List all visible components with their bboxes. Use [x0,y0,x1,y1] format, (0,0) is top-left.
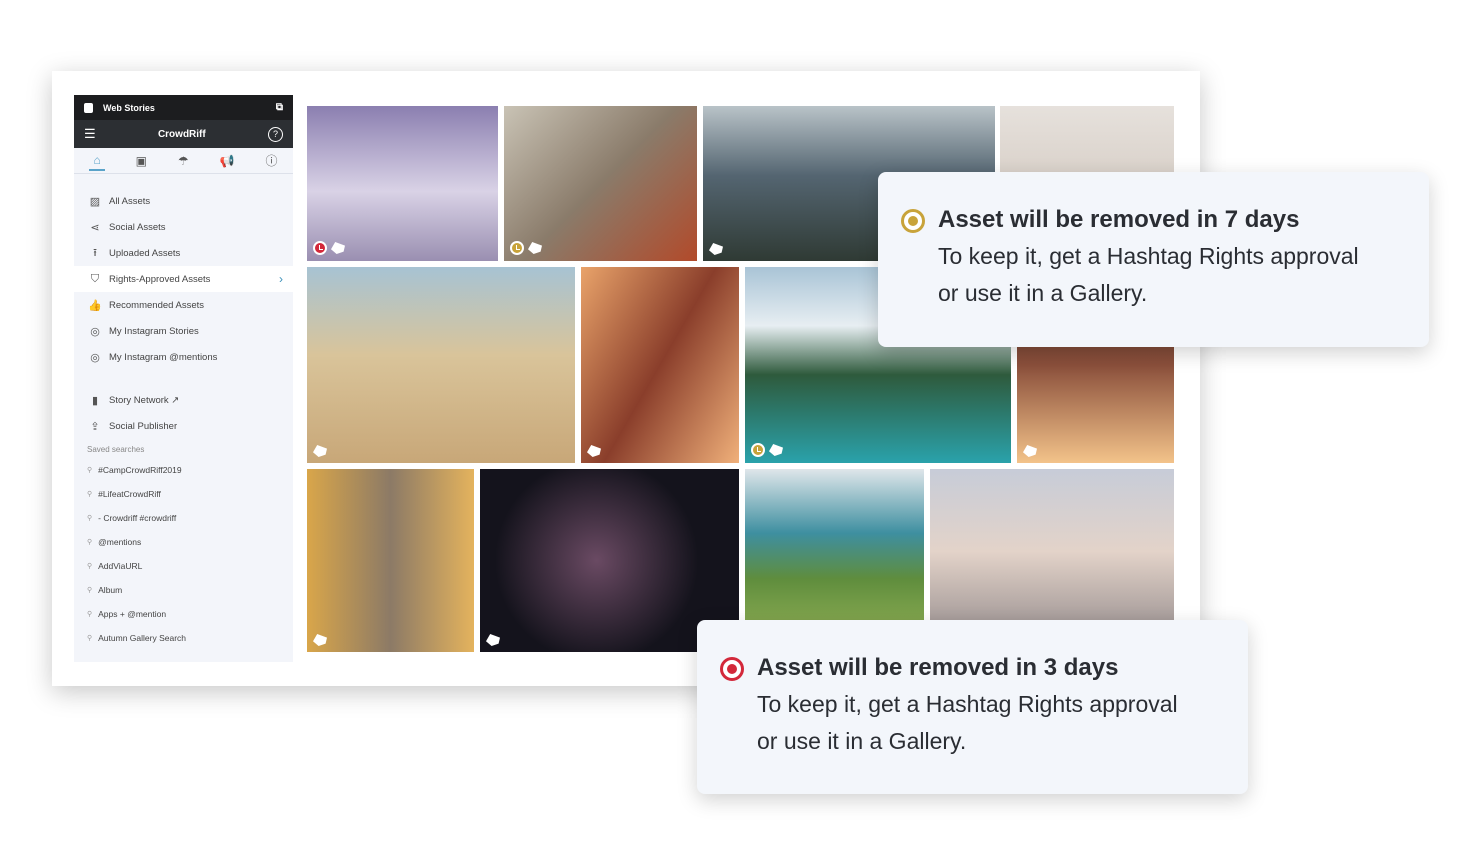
tab-megaphone-icon[interactable]: 📢 [220,154,235,168]
asset-tile[interactable] [307,267,575,463]
thumbs-up-icon: 👍 [88,299,102,312]
search-icon: ⚲ [87,515,93,522]
nav-label: All Assets [109,195,151,207]
tab-home-icon[interactable]: ⌂ [89,151,105,171]
search-icon: ⚲ [87,539,93,546]
sidebar-item-recommended[interactable]: 👍 Recommended Assets [74,292,293,318]
chevron-right-icon: › [279,272,283,286]
help-icon[interactable]: ? [268,126,283,142]
search-icon: ⚲ [87,563,93,570]
sidebar-tabs: ⌂ ▣ ☂ 📢 ⓘ [74,148,293,174]
web-stories-title: Web Stories [103,102,155,113]
saved-search[interactable]: ⚲ Autumn Gallery Search [74,626,293,650]
expiry-toast-7-days: Asset will be removed in 7 days To keep … [878,172,1429,347]
publish-icon: ⇪ [90,420,100,433]
expiry-clock-icon [313,241,327,255]
saved-label: @mentions [98,537,142,547]
saved-label: Apps + @mention [98,609,167,619]
clock-warning-icon [901,209,925,233]
sidebar: Web Stories ⧉ ☰ CrowdRiff ? ⌂ ▣ ☂ 📢 ⓘ ▨ A… [74,95,293,662]
sidebar-item-instagram-stories[interactable]: ◎ My Instagram Stories [74,318,293,344]
saved-search[interactable]: ⚲ - Crowdriff #crowdriff [74,506,293,530]
tab-media-icon[interactable]: ▣ [136,154,147,168]
saved-search[interactable]: ⚲ Album [74,578,293,602]
search-icon: ⚲ [87,491,93,498]
saved-label: Album [98,585,123,595]
sidebar-item-instagram-mentions[interactable]: ◎ My Instagram @mentions [74,344,293,370]
instagram-icon: ◎ [90,351,100,364]
sidebar-item-rights-approved[interactable]: ⛉ Rights-Approved Assets › [74,266,293,292]
tab-info-icon[interactable]: ⓘ [265,152,277,169]
clock-danger-icon [720,657,744,681]
asset-tile[interactable] [581,267,739,463]
sidebar-item-social-publisher[interactable]: ⇪ Social Publisher [74,413,293,439]
social-source-icon [528,242,542,254]
toast-title: Asset will be removed in 3 days [757,654,1119,681]
toast-title: Asset will be removed in 7 days [938,206,1300,233]
saved-label: #CampCrowdRiff2019 [98,465,182,475]
toast-line: To keep it, get a Hashtag Rights approva… [757,691,1178,717]
social-source-icon [486,634,500,646]
sidebar-item-all-assets[interactable]: ▨ All Assets [74,188,293,214]
shield-icon: ⛉ [90,272,100,285]
social-source-icon [709,243,723,255]
search-icon: ⚲ [87,587,93,594]
saved-searches-header: Saved searches [87,445,145,454]
nav-label: Social Assets [109,221,166,233]
social-source-icon [313,445,327,457]
nav-label: My Instagram Stories [109,325,199,337]
upload-icon: ⭱ [93,246,97,259]
sidebar-item-social-assets[interactable]: ⋖ Social Assets [74,214,293,240]
social-source-icon [769,444,783,456]
toast-line: or use it in a Gallery. [938,280,1148,306]
brand-bar: ☰ CrowdRiff ? [74,120,293,148]
saved-search[interactable]: ⚲ @mentions [74,530,293,554]
social-source-icon [313,634,327,646]
sidebar-item-story-network[interactable]: ▮ Story Network ↗ [74,387,293,413]
saved-label: AddViaURL [98,561,143,571]
toast-line: or use it in a Gallery. [757,728,967,754]
social-source-icon [587,445,601,457]
asset-tile[interactable] [307,469,474,652]
tab-social-icon[interactable]: ☂ [178,154,189,168]
brand-logo[interactable]: CrowdRiff [158,129,206,140]
image-icon: ▨ [89,195,101,208]
external-link-icon[interactable]: ⧉ [276,102,283,113]
sidebar-item-uploaded-assets[interactable]: ⭱ Uploaded Assets [74,240,293,266]
story-icon: ▮ [91,394,99,407]
search-icon: ⚲ [87,467,93,474]
web-stories-bar[interactable]: Web Stories ⧉ [74,95,293,120]
app-window: Web Stories ⧉ ☰ CrowdRiff ? ⌂ ▣ ☂ 📢 ⓘ ▨ A… [52,71,1200,686]
share-icon: ⋖ [90,221,100,234]
search-icon: ⚲ [87,611,93,618]
toast-line: To keep it, get a Hashtag Rights approva… [938,243,1359,269]
nav-label: Recommended Assets [109,299,205,311]
saved-label: Autumn Gallery Search [98,633,187,643]
saved-search[interactable]: ⚲ Apps + @mention [74,602,293,626]
saved-search[interactable]: ⚲ AddViaURL [74,554,293,578]
saved-label: #LifeatCrowdRiff [98,489,161,499]
nav-label: Social Publisher [109,420,178,432]
asset-tile[interactable] [504,106,697,261]
saved-search[interactable]: ⚲ #CampCrowdRiff2019 [74,458,293,482]
saved-search[interactable]: ⚲ #LifeatCrowdRiff [74,482,293,506]
saved-label: - Crowdriff #crowdriff [98,513,177,523]
expiry-clock-icon [751,443,765,457]
social-source-icon [331,242,345,254]
nav-label: My Instagram @mentions [109,351,218,363]
expiry-toast-3-days: Asset will be removed in 3 days To keep … [697,620,1248,794]
asset-tile[interactable] [307,106,498,261]
expiry-clock-icon [510,241,524,255]
nav-list: ▨ All Assets ⋖ Social Assets ⭱ Uploaded Ass… [74,188,293,650]
social-source-icon [1023,445,1037,457]
nav-label: Rights-Approved Assets [109,273,211,285]
web-stories-icon [84,102,93,113]
hamburger-menu-icon[interactable]: ☰ [84,126,96,142]
search-icon: ⚲ [87,635,93,642]
nav-label: Story Network ↗ [109,394,180,406]
nav-label: Uploaded Assets [109,247,181,259]
instagram-icon: ◎ [90,325,100,338]
